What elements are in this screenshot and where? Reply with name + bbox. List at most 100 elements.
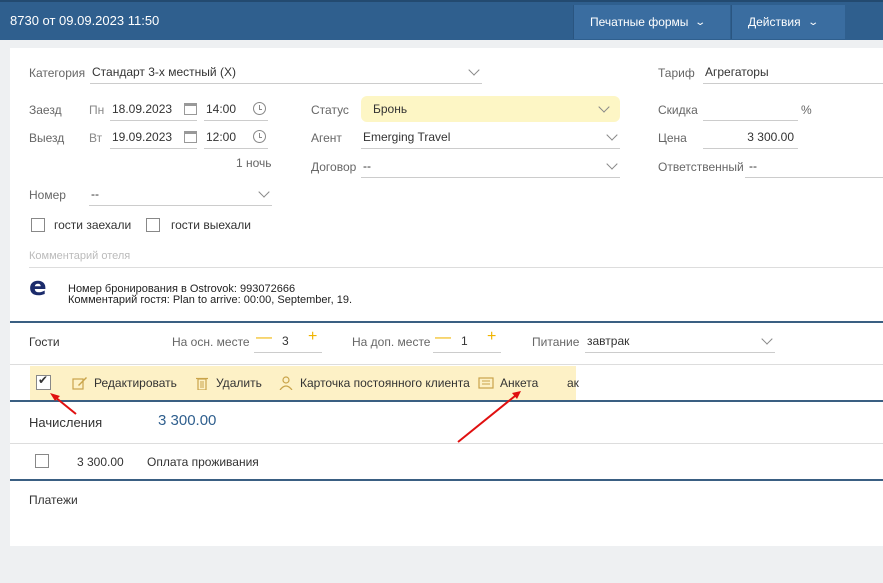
checkin-date-value: 18.09.2023 (112, 101, 173, 116)
checkin-weekday: Пн (89, 103, 105, 117)
minus-icon[interactable]: — (435, 329, 451, 347)
truncated-text: ак (567, 376, 579, 390)
plus-icon[interactable]: + (487, 328, 496, 346)
agent-select[interactable]: Emerging Travel (361, 125, 620, 149)
section-divider (10, 321, 883, 323)
clock-icon[interactable] (253, 130, 266, 143)
questionnaire-label: Анкета (500, 376, 539, 390)
guests-left-label: гости выехали (171, 218, 251, 232)
tariff-field[interactable]: Агрегаторы (703, 60, 883, 84)
chevron-down-icon (606, 129, 618, 141)
price-input[interactable]: 3 300.00 (703, 125, 798, 149)
checkout-date-input[interactable]: 19.09.2023 (110, 125, 197, 149)
charge-description: Оплата проживания (147, 455, 259, 469)
payments-label: Платежи (29, 493, 78, 507)
clock-icon[interactable] (253, 102, 266, 115)
checkout-time-value: 12:00 (206, 129, 237, 144)
calendar-icon[interactable] (184, 131, 197, 143)
user-icon (279, 376, 293, 390)
checkout-date-value: 19.09.2023 (112, 129, 173, 144)
extra-place-stepper[interactable]: — 1 + (433, 328, 501, 353)
checkin-time-input[interactable]: 14:00 (204, 97, 268, 121)
booking-note-line2: Комментарий гостя: Plan to arrive: 00:00… (68, 294, 352, 306)
calendar-icon[interactable] (184, 103, 197, 115)
status-value: Бронь (373, 102, 408, 116)
contract-value: -- (363, 158, 371, 173)
status-label: Статус (311, 103, 349, 117)
category-value: Стандарт 3-х местный (X) (92, 64, 236, 79)
hotel-comment-input[interactable]: Комментарий отеля (29, 244, 883, 268)
section-divider (10, 479, 883, 481)
responsible-field[interactable]: -- (745, 154, 883, 178)
guests-arrived-checkbox[interactable] (31, 218, 45, 232)
charges-total: 3 300.00 (158, 412, 217, 429)
chevron-down-icon: ⌄ (694, 16, 707, 28)
checkout-weekday: Вт (89, 131, 103, 145)
checkin-label: Заезд (29, 103, 62, 117)
delete-button[interactable]: Удалить (194, 376, 262, 390)
loyalty-card-button[interactable]: Карточка постоянного клиента (278, 376, 470, 390)
responsible-label: Ответственный (658, 160, 744, 174)
meal-label: Питание (532, 335, 580, 349)
edit-button[interactable]: Редактировать (72, 376, 177, 390)
select-all-checkbox[interactable]: ✔ (36, 373, 51, 390)
actions-button[interactable]: Действия ⌄ (731, 5, 845, 39)
chevron-down-icon (761, 333, 773, 345)
checkin-date-input[interactable]: 18.09.2023 (110, 97, 197, 121)
price-value: 3 300.00 (747, 129, 794, 144)
main-place-label: На осн. месте (172, 335, 250, 349)
tariff-label: Тариф (658, 66, 695, 80)
charge-row-checkbox[interactable] (35, 454, 49, 468)
contract-select[interactable]: -- (361, 154, 620, 178)
chevron-down-icon (468, 64, 480, 76)
ostrovok-logo-icon: e (29, 272, 47, 302)
guest-action-toolbar: ✔ Редактировать Удалить Карточка постоян… (30, 366, 576, 400)
tariff-value: Агрегаторы (705, 64, 769, 79)
booking-panel: Категория Стандарт 3-х местный (X) Тариф… (10, 48, 883, 546)
room-select[interactable]: -- (89, 182, 272, 206)
checkin-time-value: 14:00 (206, 101, 237, 116)
discount-label: Скидка (658, 103, 698, 117)
plus-icon[interactable]: + (308, 328, 317, 346)
agent-label: Агент (311, 131, 342, 145)
print-forms-label: Печатные формы (590, 15, 689, 29)
meal-value: завтрак (587, 333, 630, 348)
meal-select[interactable]: завтрак (585, 329, 775, 353)
discount-unit: % (801, 103, 812, 117)
divider (10, 443, 883, 444)
section-divider (10, 400, 883, 402)
guests-left-checkbox[interactable] (146, 218, 160, 232)
checkmark-icon: ✔ (38, 373, 49, 387)
agent-value: Emerging Travel (363, 129, 451, 144)
charge-amount: 3 300.00 (77, 455, 124, 469)
print-forms-button[interactable]: Печатные формы ⌄ (573, 5, 730, 39)
price-label: Цена (658, 131, 687, 145)
contract-label: Договор (311, 160, 357, 174)
checkout-time-input[interactable]: 12:00 (204, 125, 268, 149)
hotel-comment-placeholder: Комментарий отеля (29, 249, 131, 262)
trash-icon (196, 377, 208, 390)
booking-title: 8730 от 09.09.2023 11:50 (10, 13, 160, 28)
loyalty-card-label: Карточка постоянного клиента (300, 376, 470, 390)
category-select[interactable]: Стандарт 3-х местный (X) (90, 60, 482, 84)
responsible-value: -- (749, 158, 757, 173)
divider (10, 364, 883, 365)
pencil-icon (72, 377, 87, 390)
header-bar: 8730 от 09.09.2023 11:50 Печатные формы … (0, 0, 883, 40)
charges-label: Начисления (29, 415, 103, 430)
extra-place-count: 1 (461, 334, 468, 348)
minus-icon[interactable]: — (256, 329, 272, 347)
main-place-count: 3 (282, 334, 289, 348)
main-place-stepper[interactable]: — 3 + (254, 328, 322, 353)
chevron-down-icon (606, 158, 618, 170)
room-label: Номер (29, 188, 66, 202)
questionnaire-button[interactable]: Анкета (478, 376, 538, 390)
status-select[interactable]: Бронь (361, 96, 620, 122)
room-value: -- (91, 186, 99, 201)
actions-label: Действия (748, 15, 801, 29)
category-label: Категория (29, 66, 86, 80)
discount-input[interactable] (703, 97, 798, 121)
form-icon (478, 377, 494, 389)
chevron-down-icon (258, 186, 270, 198)
chevron-down-icon: ⌄ (806, 16, 819, 28)
